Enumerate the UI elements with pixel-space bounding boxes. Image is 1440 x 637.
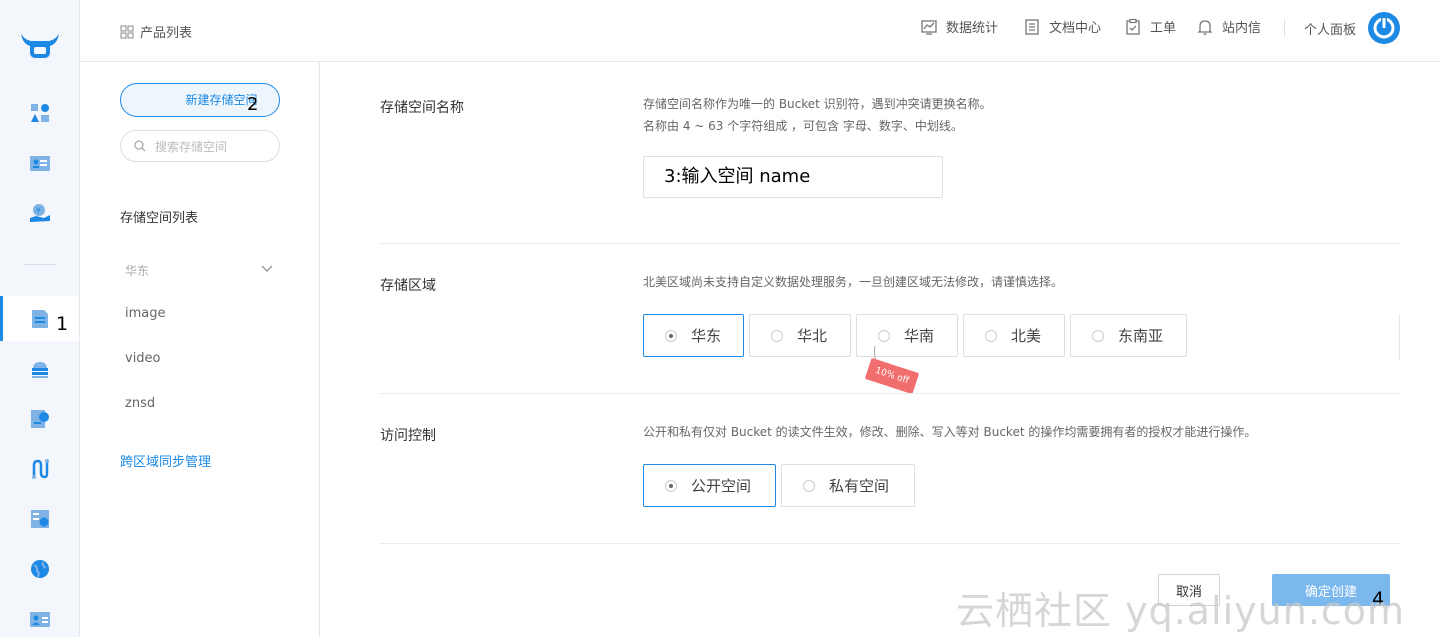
id-card-icon[interactable]	[28, 151, 52, 175]
access-option-label: 公开空间	[691, 477, 752, 495]
region-label: 存储区域	[380, 278, 436, 294]
region-option-label: 华东	[691, 327, 722, 345]
discount-tag: 10% off	[864, 357, 920, 395]
personal-panel-label: 个人面板	[1304, 23, 1357, 38]
product-list-label: 产品列表	[140, 26, 193, 41]
radio-dot-icon	[665, 329, 677, 342]
top-bar: 产品列表 数据统计 文档中心 工单 站内信 个人面板	[80, 0, 1440, 62]
bucket-name-label: 存储空间名称	[380, 100, 464, 116]
nav-data-stats-label: 数据统计	[946, 21, 999, 36]
radio-dot-icon	[665, 479, 677, 492]
nav-tickets-label: 工单	[1150, 21, 1177, 36]
personal-panel-link[interactable]: 个人面板	[1304, 19, 1356, 38]
grid-icon	[120, 25, 134, 38]
region-option-east[interactable]: 华东	[643, 314, 744, 357]
document-icon	[1025, 18, 1039, 35]
nav-tickets[interactable]: 工单	[1124, 17, 1176, 36]
region-option-south[interactable]: 华南	[856, 314, 958, 357]
globe-icon[interactable]	[28, 557, 52, 581]
storage-sidebar: 新建存储空间 2 存储空间列表 华东 image video znsd 跨区域同…	[80, 62, 320, 637]
power-icon	[1373, 17, 1395, 39]
cross-region-sync-link[interactable]: 跨区域同步管理	[120, 451, 211, 470]
section-divider	[380, 243, 1400, 244]
region-option-na[interactable]: 北美	[963, 314, 1065, 357]
avatar[interactable]	[1368, 12, 1400, 44]
rail-divider	[24, 264, 56, 265]
storage-file-icon[interactable]	[28, 307, 52, 331]
nav-data-stats[interactable]: 数据统计	[920, 17, 998, 36]
bucket-item-image[interactable]: image	[125, 306, 166, 321]
step-marker-1: 1	[56, 313, 69, 335]
payment-icon[interactable]: ¥	[28, 201, 52, 225]
radio-dot-icon	[803, 479, 815, 492]
region-option-label: 华北	[797, 327, 828, 345]
radio-dot-icon	[878, 329, 890, 342]
radio-dot-icon	[1092, 329, 1104, 342]
access-control-label: 访问控制	[380, 428, 436, 444]
region-option-label: 华南	[904, 327, 935, 345]
access-control-desc: 公开和私有仅对 Bucket 的读文件生效，修改、删除、写入等对 Bucket …	[643, 425, 1257, 439]
access-option-public[interactable]: 公开空间	[643, 464, 776, 507]
region-desc: 北美区域尚未支持自定义数据处理服务，一旦创建区域无法修改，请谨慎选择。	[643, 275, 1064, 289]
stats-chart-icon	[921, 19, 937, 35]
cloud-server-icon[interactable]	[28, 357, 52, 381]
region-option-label: 东南亚	[1118, 327, 1164, 345]
section-divider	[380, 393, 1400, 394]
nav-docs-label: 文档中心	[1049, 21, 1102, 36]
user-card-icon[interactable]	[28, 607, 52, 631]
create-bucket-form: 存储空间名称 存储空间名称作为唯一的 Bucket 识别符，遇到冲突请更换名称。…	[380, 62, 1400, 637]
nav-docs[interactable]: 文档中心	[1023, 17, 1101, 36]
icon-rail: ¥ 1	[0, 0, 80, 637]
access-option-private[interactable]: 私有空间	[781, 464, 915, 507]
topbar-separator	[1284, 19, 1285, 37]
radio-dot-icon	[985, 329, 997, 342]
section-divider	[380, 543, 1400, 544]
report-chart-icon[interactable]	[28, 407, 52, 431]
search-icon	[134, 140, 146, 152]
region-option-north[interactable]: 华北	[749, 314, 851, 357]
bucket-name-desc-line2: 名称由 4 ~ 63 个字符组成 ，可包含 字母、数字、中划线。	[643, 119, 963, 133]
bucket-list-title: 存储空间列表	[120, 211, 199, 226]
apps-icon[interactable]	[28, 101, 52, 125]
bucket-item-znsd[interactable]: znsd	[125, 396, 155, 411]
bell-icon	[1197, 19, 1213, 35]
clipboard-check-icon	[1126, 18, 1140, 35]
nav-messages[interactable]: 站内信	[1196, 17, 1261, 36]
chevron-down-icon[interactable]	[260, 262, 274, 276]
region-group-east[interactable]: 华东	[125, 262, 149, 279]
region-scroll-edge	[1399, 314, 1400, 360]
radio-dot-icon	[771, 329, 783, 342]
watermark: 云栖社区 yq.aliyun.com	[956, 589, 1406, 633]
product-list-link[interactable]: 产品列表	[120, 22, 192, 41]
region-option-sea[interactable]: 东南亚	[1070, 314, 1187, 357]
bucket-search[interactable]	[120, 130, 280, 162]
svg-text:¥: ¥	[36, 206, 41, 215]
dashboard-icon[interactable]	[28, 507, 52, 531]
region-option-label: 北美	[1011, 327, 1042, 345]
workflow-icon[interactable]	[28, 457, 52, 481]
nav-messages-label: 站内信	[1222, 21, 1262, 36]
step-marker-2: 2	[247, 94, 259, 115]
bucket-name-input[interactable]: 3:输入空间 name	[643, 156, 943, 198]
brand-logo-icon[interactable]	[19, 30, 61, 62]
bucket-item-video[interactable]: video	[125, 351, 161, 366]
access-option-label: 私有空间	[829, 477, 890, 495]
bucket-name-desc-line1: 存储空间名称作为唯一的 Bucket 识别符，遇到冲突请更换名称。	[643, 97, 992, 111]
search-input[interactable]	[155, 138, 270, 155]
